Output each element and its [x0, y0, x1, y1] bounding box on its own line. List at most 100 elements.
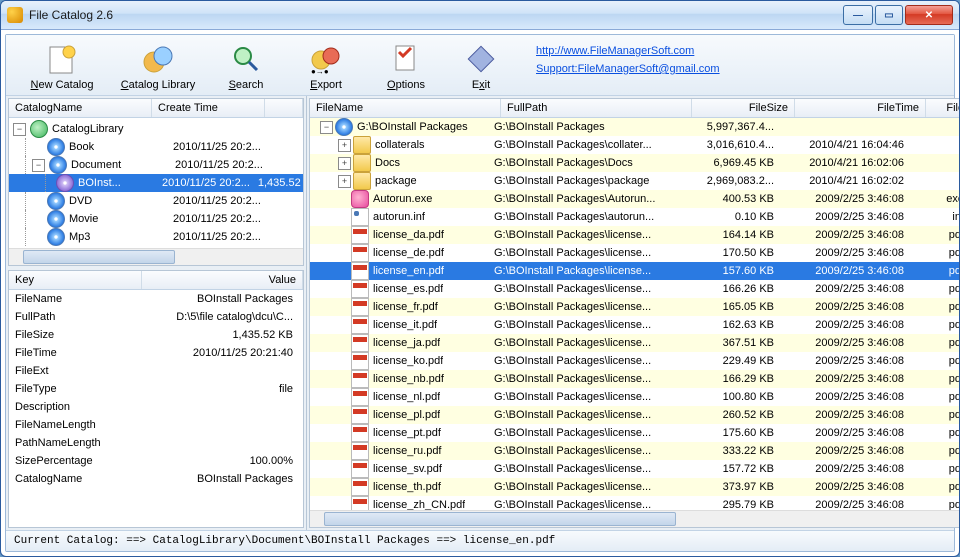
file-row[interactable]: license_ru.pdfG:\BOInstall Packages\lice…: [310, 442, 960, 460]
grid-hscroll[interactable]: [310, 510, 960, 527]
titlebar[interactable]: File Catalog 2.6 — ▭ ✕: [1, 1, 959, 30]
col-fileext[interactable]: FileExt: [926, 99, 960, 117]
file-icon: [351, 460, 369, 478]
tree-item[interactable]: BOInst...2010/11/25 20:2...1,435.52: [9, 174, 303, 192]
file-row[interactable]: license_ja.pdfG:\BOInstall Packages\lice…: [310, 334, 960, 352]
file-row[interactable]: license_it.pdfG:\BOInstall Packages\lice…: [310, 316, 960, 334]
support-link[interactable]: Support:FileManagerSoft@gmail.com: [536, 63, 720, 75]
file-icon: [351, 388, 369, 406]
col-extra[interactable]: [265, 99, 303, 117]
file-icon: [353, 154, 371, 172]
search-button[interactable]: Search: [206, 39, 286, 93]
property-row[interactable]: FullPathD:\5\file catalog\dcu\C...: [9, 308, 303, 326]
file-row[interactable]: license_th.pdfG:\BOInstall Packages\lice…: [310, 478, 960, 496]
file-row[interactable]: +DocsG:\BOInstall Packages\Docs6,969.45 …: [310, 154, 960, 172]
file-row[interactable]: autorun.infG:\BOInstall Packages\autorun…: [310, 208, 960, 226]
export-button[interactable]: ●→● Export: [286, 39, 366, 93]
new-catalog-label: ew Catalog: [38, 79, 93, 91]
property-row[interactable]: PathNameLength: [9, 434, 303, 452]
properties-header[interactable]: Key Value: [9, 271, 303, 290]
file-row[interactable]: license_pl.pdfG:\BOInstall Packages\lice…: [310, 406, 960, 424]
app-window: File Catalog 2.6 — ▭ ✕ New Catalog Catal…: [0, 0, 960, 557]
file-icon: [351, 334, 369, 352]
file-icon: [351, 208, 369, 226]
window-title: File Catalog 2.6: [29, 8, 843, 22]
property-row[interactable]: Description: [9, 398, 303, 416]
tree-item[interactable]: Book2010/11/25 20:2...: [9, 138, 303, 156]
properties-list[interactable]: FileNameBOInstall PackagesFullPathD:\5\f…: [9, 290, 303, 527]
property-row[interactable]: FileTime2010/11/25 20:21:40: [9, 344, 303, 362]
file-grid-rows[interactable]: −G:\BOInstall PackagesG:\BOInstall Packa…: [310, 118, 960, 510]
file-row[interactable]: license_fr.pdfG:\BOInstall Packages\lice…: [310, 298, 960, 316]
file-row[interactable]: license_es.pdfG:\BOInstall Packages\lice…: [310, 280, 960, 298]
export-label: xport: [317, 79, 341, 91]
property-row[interactable]: SizePercentage100.00%: [9, 452, 303, 470]
property-row[interactable]: FileNameBOInstall Packages: [9, 290, 303, 308]
file-icon: [351, 424, 369, 442]
file-row[interactable]: license_zh_CN.pdfG:\BOInstall Packages\l…: [310, 496, 960, 510]
file-row[interactable]: license_da.pdfG:\BOInstall Packages\lice…: [310, 226, 960, 244]
property-row[interactable]: CatalogNameBOInstall Packages: [9, 470, 303, 488]
file-icon: [351, 442, 369, 460]
file-row[interactable]: +collateralsG:\BOInstall Packages\collat…: [310, 136, 960, 154]
catalog-tree[interactable]: −CatalogLibraryBook2010/11/25 20:2...−Do…: [9, 118, 303, 248]
minimize-button[interactable]: —: [843, 5, 873, 25]
tree-item[interactable]: Mp32010/11/25 20:2...: [9, 228, 303, 246]
tree-item[interactable]: −Document2010/11/25 20:2...: [9, 156, 303, 174]
file-grid-header[interactable]: FileName FullPath FileSize FileTime File…: [310, 99, 960, 118]
exit-button[interactable]: Exit: [446, 39, 516, 93]
search-icon: [228, 41, 264, 77]
new-catalog-button[interactable]: New Catalog: [14, 39, 110, 93]
file-row[interactable]: license_de.pdfG:\BOInstall Packages\lice…: [310, 244, 960, 262]
file-row[interactable]: license_sv.pdfG:\BOInstall Packages\lice…: [310, 460, 960, 478]
catalog-library-label: atalog Library: [129, 79, 196, 91]
file-icon: [351, 226, 369, 244]
file-icon: [353, 172, 371, 190]
file-row[interactable]: license_ko.pdfG:\BOInstall Packages\lice…: [310, 352, 960, 370]
tree-hscroll[interactable]: [9, 248, 303, 265]
col-filename[interactable]: FileName: [310, 99, 501, 117]
file-row[interactable]: Autorun.exeG:\BOInstall Packages\Autorun…: [310, 190, 960, 208]
maximize-button[interactable]: ▭: [875, 5, 903, 25]
property-row[interactable]: FileSize1,435.52 KB: [9, 326, 303, 344]
col-fullpath[interactable]: FullPath: [501, 99, 692, 117]
options-icon: [388, 41, 424, 77]
catalog-tree-panel: CatalogName Create Time −CatalogLibraryB…: [8, 98, 304, 266]
file-row[interactable]: license_nl.pdfG:\BOInstall Packages\lice…: [310, 388, 960, 406]
file-row[interactable]: license_nb.pdfG:\BOInstall Packages\lice…: [310, 370, 960, 388]
search-label: earch: [236, 79, 264, 91]
website-link[interactable]: http://www.FileManagerSoft.com: [536, 45, 720, 57]
tree-root[interactable]: −CatalogLibrary: [9, 120, 303, 138]
file-icon: [351, 352, 369, 370]
file-icon: [351, 478, 369, 496]
col-catalog-name[interactable]: CatalogName: [9, 99, 152, 117]
file-icon: [351, 316, 369, 334]
catalog-library-icon: [140, 41, 176, 77]
col-value[interactable]: Value: [142, 271, 303, 289]
property-row[interactable]: FileNameLength: [9, 416, 303, 434]
col-filetime[interactable]: FileTime: [795, 99, 926, 117]
file-row[interactable]: +packageG:\BOInstall Packages\package2,9…: [310, 172, 960, 190]
file-icon: [353, 136, 371, 154]
close-button[interactable]: ✕: [905, 5, 953, 25]
file-icon: [351, 190, 369, 208]
options-button[interactable]: Options: [366, 39, 446, 93]
catalog-tree-header[interactable]: CatalogName Create Time: [9, 99, 303, 118]
tree-item[interactable]: DVD2010/11/25 20:2...: [9, 192, 303, 210]
file-row[interactable]: license_en.pdfG:\BOInstall Packages\lice…: [310, 262, 960, 280]
property-row[interactable]: FileExt: [9, 362, 303, 380]
file-row[interactable]: license_pt.pdfG:\BOInstall Packages\lice…: [310, 424, 960, 442]
file-grid: FileName FullPath FileSize FileTime File…: [309, 98, 960, 528]
catalog-library-button[interactable]: Catalog Library: [110, 39, 206, 93]
file-icon: [351, 262, 369, 280]
file-icon: [351, 298, 369, 316]
file-icon: [351, 244, 369, 262]
property-row[interactable]: FileTypefile: [9, 380, 303, 398]
col-create-time[interactable]: Create Time: [152, 99, 265, 117]
file-row[interactable]: −G:\BOInstall PackagesG:\BOInstall Packa…: [310, 118, 960, 136]
properties-panel: Key Value FileNameBOInstall PackagesFull…: [8, 270, 304, 528]
col-filesize[interactable]: FileSize: [692, 99, 795, 117]
new-catalog-icon: [44, 41, 80, 77]
col-key[interactable]: Key: [9, 271, 142, 289]
tree-item[interactable]: Movie2010/11/25 20:2...: [9, 210, 303, 228]
